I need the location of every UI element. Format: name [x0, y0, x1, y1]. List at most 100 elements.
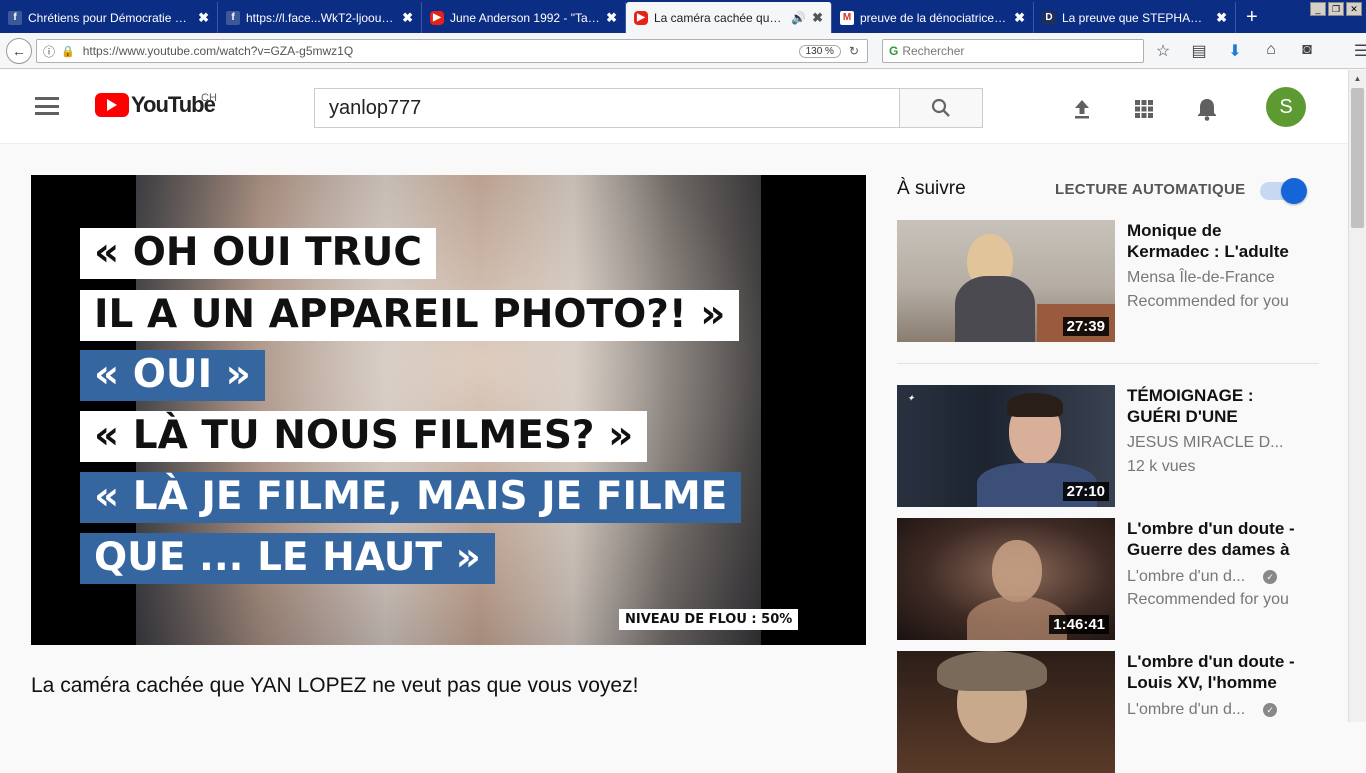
recommended-video-1[interactable]: 27:39 Monique de Kermadec : L'adulte Men… [897, 220, 1317, 342]
download-icon[interactable]: ⬇ [1224, 41, 1246, 61]
avatar[interactable]: S [1266, 87, 1306, 127]
back-button[interactable]: ← [6, 37, 32, 64]
video-thumbnail[interactable]: 1:46:41 [897, 518, 1115, 640]
video-card-title[interactable]: L'ombre d'un doute - Louis XV, l'homme [1127, 651, 1307, 693]
tab-6[interactable]: D La preuve que STEPHANIE ... ✖ [1034, 2, 1236, 33]
lock-icon: 🔒 [61, 45, 75, 58]
video-thumbnail[interactable]: ✦ 27:10 [897, 385, 1115, 507]
video-thumbnail[interactable]: 27:39 [897, 220, 1115, 342]
close-window-button[interactable]: ✕ [1346, 2, 1362, 16]
tab-2[interactable]: f https://l.face...WkT2-ljoouE2Q ✖ [218, 2, 422, 33]
notifications-bell-icon[interactable] [1194, 96, 1220, 122]
tab-title: La caméra cachée que Y... [654, 10, 788, 25]
channel-name[interactable]: Mensa Île-de-France [1127, 266, 1275, 290]
search-button[interactable] [899, 88, 983, 128]
video-card-title[interactable]: L'ombre d'un doute - Guerre des dames à [1127, 518, 1307, 560]
search-engine-icon[interactable]: G [889, 44, 898, 58]
channel-line: L'ombre d'un d... ✓ [1127, 565, 1278, 589]
recommended-video-4[interactable]: L'ombre d'un doute - Louis XV, l'homme L… [897, 651, 1317, 773]
verified-check-icon: ✓ [1263, 702, 1278, 717]
close-icon[interactable]: ✖ [402, 10, 413, 26]
autoplay-label: LECTURE AUTOMATIQUE [1055, 181, 1246, 198]
video-player[interactable]: « OH OUI TRUC IL A UN APPAREIL PHOTO?! »… [31, 175, 866, 645]
tab-title: Chrétiens pour Démocratie dir... [28, 10, 193, 25]
up-next-heading: À suivre [897, 178, 966, 199]
tab-4-active[interactable]: ▶ La caméra cachée que Y... 🔊 ✖ [626, 2, 832, 33]
upload-icon[interactable] [1069, 96, 1095, 122]
video-thumbnail[interactable] [897, 651, 1115, 773]
youtube-play-icon [95, 93, 129, 117]
info-icon[interactable]: ⓘ [43, 43, 55, 60]
bookmark-star-icon[interactable]: ☆ [1152, 41, 1174, 61]
caption-line-1: « OH OUI TRUC [80, 228, 436, 279]
browser-tab-bar: f Chrétiens pour Démocratie dir... ✖ f h… [0, 0, 1366, 33]
caption-line-5: « LÀ JE FILME, MAIS JE FILME [80, 472, 742, 523]
url-bar[interactable]: ⓘ 🔒 https://www.youtube.com/watch?v=GZA-… [36, 39, 868, 63]
menu-icon[interactable]: ☰ [1350, 41, 1366, 61]
search-placeholder: Rechercher [902, 44, 965, 58]
tab-3[interactable]: ▶ June Anderson 1992 - "Tanti ... ✖ [422, 2, 626, 33]
gmail-icon: M [840, 10, 854, 25]
divider [897, 363, 1319, 364]
close-icon[interactable]: ✖ [1216, 10, 1227, 26]
video-duration: 27:10 [1062, 482, 1109, 501]
search-input[interactable]: yanlop777 [314, 88, 900, 128]
close-icon[interactable]: ✖ [606, 10, 617, 26]
recommended-video-2[interactable]: ✦ 27:10 TÉMOIGNAGE : GUÉRI D'UNE JESUS M… [897, 385, 1317, 507]
channel-line: L'ombre d'un d... ✓ [1127, 698, 1278, 722]
autoplay-toggle[interactable] [1260, 178, 1307, 204]
zoom-indicator[interactable]: 130 % [798, 44, 841, 58]
browser-nav-bar: ← ⓘ 🔒 https://www.youtube.com/watch?v=GZ… [0, 33, 1366, 69]
tab-title: La preuve que STEPHANIE ... [1062, 10, 1211, 25]
tab-5[interactable]: M preuve de la dénociatrice de ... ✖ [832, 2, 1034, 33]
page-scrollbar[interactable]: ▲ [1348, 70, 1366, 722]
new-tab-button[interactable]: + [1236, 2, 1268, 33]
scroll-up-arrow-icon[interactable]: ▲ [1349, 70, 1366, 87]
search-icon [931, 98, 950, 117]
reload-icon[interactable]: ↻ [849, 44, 859, 58]
channel-watermark-icon: ✦ [907, 393, 915, 403]
speaker-icon[interactable]: 🔊 [791, 11, 806, 25]
youtube-header: YouTube CH yanlop777 S [0, 70, 1348, 144]
video-duration: 27:39 [1062, 317, 1109, 336]
channel-name[interactable]: JESUS MIRACLE D... [1127, 431, 1283, 455]
home-icon[interactable]: ⌂ [1260, 41, 1282, 61]
tab-1[interactable]: f Chrétiens pour Démocratie dir... ✖ [0, 2, 218, 33]
minimize-button[interactable]: _ [1310, 2, 1326, 16]
video-title: La caméra cachée que YAN LOPEZ ne veut p… [31, 674, 639, 697]
close-icon[interactable]: ✖ [812, 10, 823, 26]
video-card-title[interactable]: TÉMOIGNAGE : GUÉRI D'UNE [1127, 385, 1307, 427]
tab-title: https://l.face...WkT2-ljoouE2Q [246, 10, 397, 25]
dailymotion-icon: D [1042, 10, 1056, 25]
tab-title: preuve de la dénociatrice de ... [860, 10, 1009, 25]
tab-title: June Anderson 1992 - "Tanti ... [450, 10, 601, 25]
close-icon[interactable]: ✖ [198, 10, 209, 26]
youtube-logo[interactable]: YouTube CH [95, 92, 217, 118]
verified-check-icon: ✓ [1263, 569, 1278, 584]
video-meta: 12 k vues [1127, 458, 1196, 475]
caption-line-2: IL A UN APPAREIL PHOTO?! » [80, 290, 740, 341]
video-duration: 1:46:41 [1049, 615, 1109, 634]
video-meta: Recommended for you [1127, 591, 1289, 608]
video-card-title[interactable]: Monique de Kermadec : L'adulte [1127, 220, 1307, 262]
close-icon[interactable]: ✖ [1014, 10, 1025, 26]
pocket-icon[interactable]: ◙ [1296, 41, 1318, 61]
reading-list-icon[interactable]: ▤ [1188, 41, 1210, 61]
hamburger-menu-icon[interactable] [35, 97, 59, 115]
toolbar-icons: ☆ ▤ ⬇ ⌂ ◙ ☰ [1152, 41, 1366, 61]
recommended-video-3[interactable]: 1:46:41 L'ombre d'un doute - Guerre des … [897, 518, 1317, 640]
country-code: CH [201, 92, 217, 104]
caption-line-6: QUE ... LE HAUT » [80, 533, 495, 584]
browser-search-field[interactable]: G Rechercher [882, 39, 1144, 63]
apps-grid-icon[interactable] [1131, 96, 1157, 122]
video-meta: Recommended for you [1127, 293, 1289, 310]
restore-button[interactable]: ❐ [1328, 2, 1344, 16]
facebook-icon: f [226, 10, 240, 25]
scrollbar-thumb[interactable] [1351, 88, 1364, 228]
window-controls: _ ❐ ✕ [1310, 2, 1362, 16]
channel-name[interactable]: L'ombre d'un d... [1127, 568, 1245, 585]
channel-name[interactable]: L'ombre d'un d... [1127, 701, 1245, 718]
facebook-icon: f [8, 10, 22, 25]
url-text[interactable]: https://www.youtube.com/watch?v=GZA-g5mw… [83, 44, 799, 58]
caption-line-4: « LÀ TU NOUS FILMES? » [80, 411, 648, 462]
